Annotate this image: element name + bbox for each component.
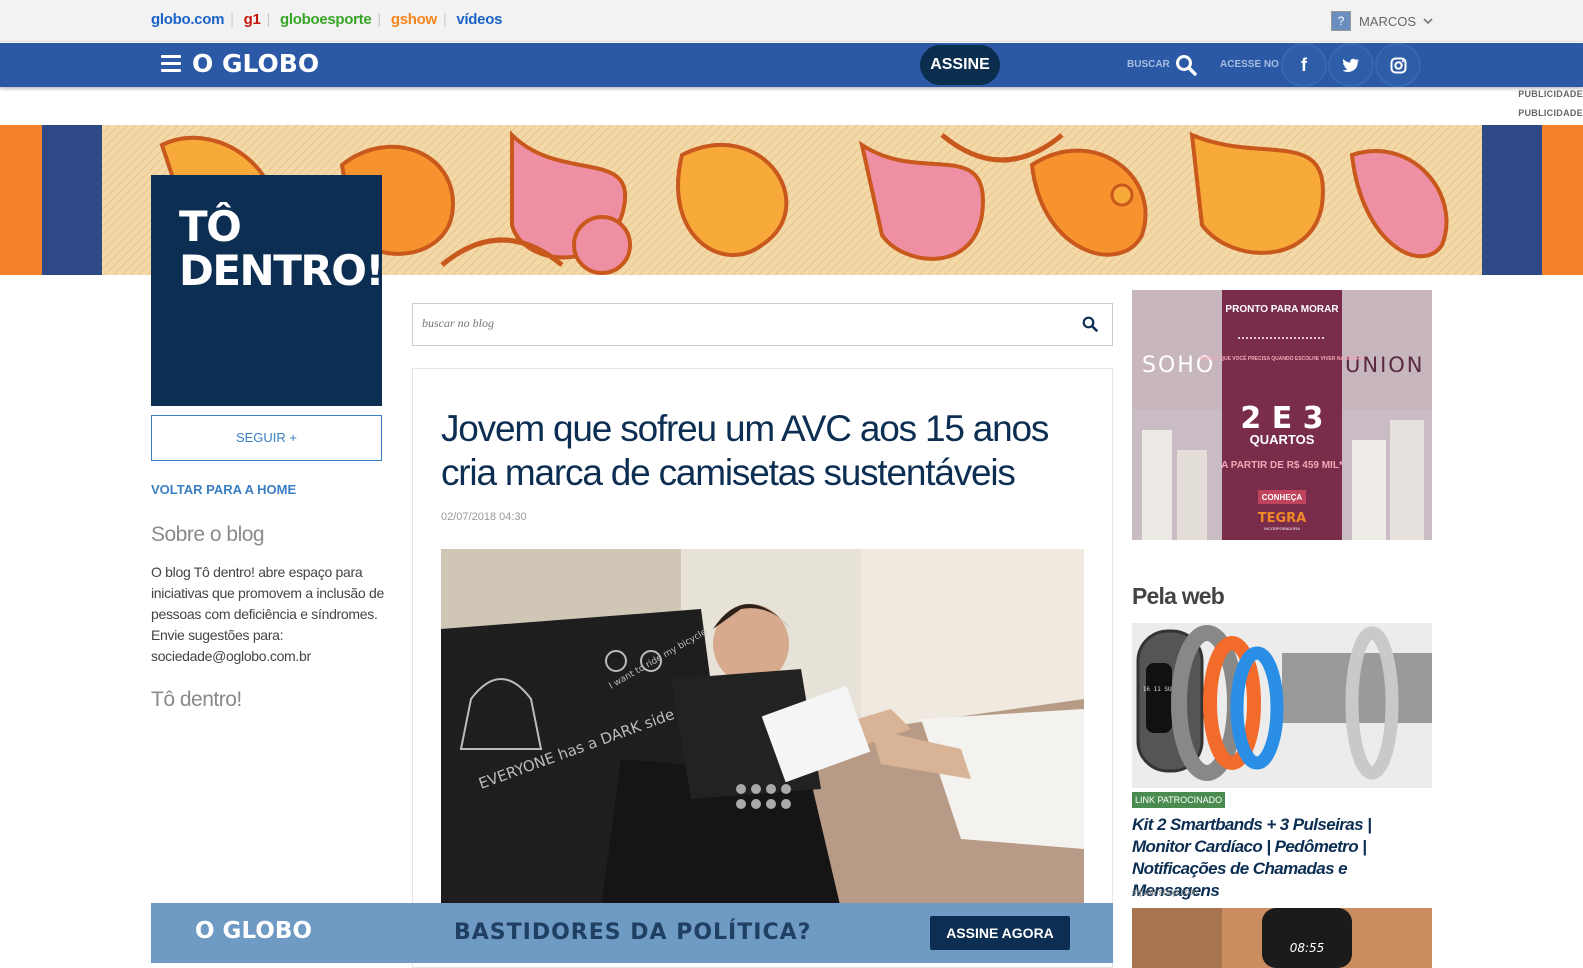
separator: | — [377, 11, 382, 28]
link-globo[interactable]: globo.com — [151, 11, 224, 28]
article-title[interactable]: Jovem que sofreu um AVC aos 15 anos cria… — [441, 407, 1081, 495]
section-link[interactable]: Tô dentro! — [151, 688, 242, 712]
ad-rooms: 2 E 3 — [1240, 401, 1323, 436]
watch-time: 16 11 SUN — [1143, 686, 1176, 693]
ad-cta[interactable]: CONHEÇA — [1262, 493, 1303, 502]
ad-label: PUBLICIDADE — [1518, 89, 1583, 99]
facebook-icon[interactable]: f — [1281, 43, 1327, 87]
instagram-icon[interactable] — [1375, 43, 1421, 87]
sponsored-item-source[interactable]: squaloshop.com — [1132, 887, 1198, 897]
article-photo: EVERYONE has a DARK side I want to ride … — [441, 549, 1084, 909]
ad-brand: TEGRA — [1258, 511, 1307, 526]
product-image[interactable]: 16 11 SUN — [1132, 623, 1432, 788]
user-name: MARCOS — [1358, 13, 1416, 29]
social-label: ACESSE NO — [1220, 59, 1279, 70]
article-date: 02/07/2018 04:30 — [441, 511, 527, 523]
chevron-down-icon — [1423, 18, 1433, 25]
ad-brand-sub: INCORPORADORA — [1264, 526, 1300, 531]
watch-time: 08:55 — [1290, 941, 1325, 955]
sponsored-badge: LINK PATROCINADO — [1132, 792, 1226, 808]
ad-price: A PARTIR DE R$ 459 MIL* — [1221, 460, 1343, 471]
search-icon[interactable] — [1175, 54, 1197, 76]
link-g1[interactable]: g1 — [244, 11, 261, 28]
blog-title-line1: TÔ — [179, 202, 242, 251]
site-header: O GLOBO ASSINE BUSCAR ACESSE NO f — [0, 43, 1583, 87]
blog-title-box: TÔ DENTRO! — [151, 175, 385, 406]
hamburger-menu-icon[interactable] — [161, 55, 181, 73]
ad-label: PUBLICIDADE — [1518, 108, 1583, 118]
twitter-icon[interactable] — [1328, 43, 1374, 87]
promo-bar: O GLOBO BASTIDORES DA POLÍTICA? ASSINE A… — [151, 903, 1113, 963]
blog-title-line2: DENTRO! — [179, 246, 385, 295]
subscribe-now-button[interactable]: ASSINE AGORA — [930, 916, 1070, 950]
site-logo[interactable]: O GLOBO — [192, 49, 319, 78]
real-estate-ad[interactable]: SOHO UNION PRONTO PARA MORAR TUDO O QUE … — [1132, 290, 1432, 540]
global-bar: globo.com | g1 | globoesporte | gshow | víde… — [0, 0, 1583, 42]
global-links: globo.com | g1 | globoesporte | gshow | víde… — [151, 11, 508, 28]
article-card: Jovem que sofreu um AVC aos 15 anos cria… — [412, 368, 1113, 968]
user-avatar-icon: ? — [1330, 11, 1351, 31]
subscribe-button[interactable]: ASSINE — [920, 45, 1000, 85]
separator: | — [230, 11, 234, 28]
search-icon[interactable] — [1082, 316, 1098, 332]
separator: | — [442, 11, 447, 28]
link-gshow[interactable]: gshow — [391, 11, 437, 28]
ad-headline: PRONTO PARA MORAR — [1225, 304, 1339, 315]
link-videos[interactable]: vídeos — [456, 11, 502, 28]
blog-search-box — [412, 303, 1113, 346]
back-home-link[interactable]: VOLTAR PARA A HOME — [151, 482, 296, 497]
follow-button[interactable]: SEGUIR + — [151, 415, 382, 461]
blog-search-input[interactable] — [422, 316, 1022, 331]
ad-sub: TUDO O QUE VOCÊ PRECISA QUANDO ESCOLHE V… — [1199, 354, 1365, 362]
sponsored-section-title: Pela web — [1132, 583, 1225, 609]
ad-rooms-label: QUARTOS — [1250, 432, 1315, 447]
about-blog-text: O blog Tô dentro! abre espaço para inici… — [151, 564, 384, 664]
promo-logo: O GLOBO — [195, 918, 312, 944]
user-menu[interactable]: ? MARCOS — [1330, 11, 1433, 31]
blog-title: TÔ DENTRO! — [179, 202, 385, 295]
separator: | — [266, 11, 271, 28]
search-label[interactable]: BUSCAR — [1127, 59, 1170, 70]
promo-text: BASTIDORES DA POLÍTICA? — [454, 920, 812, 945]
link-globoesporte[interactable]: globoesporte — [280, 11, 372, 28]
about-blog-heading: Sobre o blog — [151, 523, 265, 546]
product-image[interactable]: 08:55 — [1132, 908, 1432, 968]
